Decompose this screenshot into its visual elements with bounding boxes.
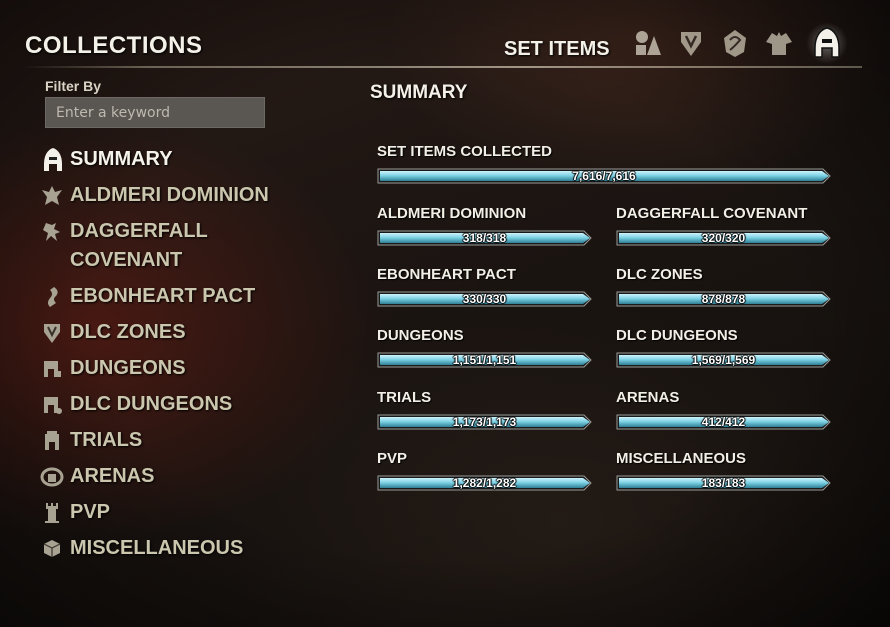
nav-item-aldmeri-dominion[interactable]: ALDMERI DOMINION xyxy=(40,181,300,210)
eagle-icon xyxy=(40,181,70,210)
stat-label-arenas: ARENAS xyxy=(616,389,680,406)
nav-item-label: ARENAS xyxy=(70,465,155,487)
stat-progress-bar-aldmeri-dominion: 318/318 xyxy=(377,230,592,246)
summary-heading: SUMMARY xyxy=(370,82,468,103)
progress-value: 1,173/1,173 xyxy=(452,415,517,429)
filter-label: Filter By xyxy=(45,78,102,94)
nav-item-label: SUMMARY xyxy=(70,148,173,170)
stat-label-trials: TRIALS xyxy=(377,389,432,406)
total-collected-label: SET ITEMS COLLECTED xyxy=(377,143,553,160)
nav-item-label: DLC ZONES xyxy=(70,321,186,343)
stat-label-dungeons: DUNGEONS xyxy=(377,327,464,344)
shapes-icon[interactable] xyxy=(630,26,664,60)
nav-item-label: PVP xyxy=(70,501,111,523)
nav-item-label: EBONHEART PACT xyxy=(70,285,256,307)
progress-value: 183/183 xyxy=(701,476,746,490)
dragon-icon[interactable] xyxy=(718,26,752,60)
category-icon-bar xyxy=(630,22,848,64)
page-title: COLLECTIONS xyxy=(25,32,203,59)
nav-item-label: MISCELLANEOUS xyxy=(70,537,244,559)
door-icon xyxy=(40,426,70,455)
progress-value: 1,282/1,282 xyxy=(452,476,517,490)
nav-item-label: DAGGERFALL COVENANT xyxy=(70,220,208,271)
nav-item-ebonheart-pact[interactable]: EBONHEART PACT xyxy=(40,282,300,311)
stat-label-dlc-zones: DLC ZONES xyxy=(616,266,703,283)
nav-item-pvp[interactable]: PVP xyxy=(40,498,300,527)
stat-label-pvp: PVP xyxy=(377,450,408,467)
stat-label-daggerfall-covenant: DAGGERFALL COVENANT xyxy=(616,205,808,222)
stat-progress-bar-dlc-zones: 878/878 xyxy=(616,291,831,307)
stat-progress-bar-pvp: 1,282/1,282 xyxy=(377,475,592,491)
stat-progress-bar-dlc-dungeons: 1,569/1,569 xyxy=(616,352,831,368)
progress-value: 320/320 xyxy=(701,231,746,245)
progress-value: 1,569/1,569 xyxy=(691,353,756,367)
nav-item-label: TRIALS xyxy=(70,429,143,451)
stat-label-miscellaneous: MISCELLANEOUS xyxy=(616,450,747,467)
stat-label-ebonheart-pact: EBONHEART PACT xyxy=(377,266,516,283)
stat-progress-bar-daggerfall-covenant: 320/320 xyxy=(616,230,831,246)
progress-value: 878/878 xyxy=(701,292,746,306)
crest-icon xyxy=(40,318,70,347)
stat-label-dlc-dungeons: DLC DUNGEONS xyxy=(616,327,738,344)
category-nav: SUMMARY ALDMERI DOMINION DAGGERFALL COVE… xyxy=(40,145,300,570)
lion-icon xyxy=(40,217,70,246)
door-icon xyxy=(40,354,70,383)
nav-item-label: ALDMERI DOMINION xyxy=(70,184,269,206)
nav-item-dlc-zones[interactable]: DLC ZONES xyxy=(40,318,300,347)
stat-progress-bar-dungeons: 1,151/1,151 xyxy=(377,352,592,368)
stat-progress-bar-arenas: 412/412 xyxy=(616,414,831,430)
dragon-icon xyxy=(40,282,70,311)
stat-progress-bar-trials: 1,173/1,173 xyxy=(377,414,592,430)
dice-icon xyxy=(40,534,70,563)
progress-value: 412/412 xyxy=(701,415,746,429)
nav-item-label: DLC DUNGEONS xyxy=(70,393,233,415)
progress-value: 330/330 xyxy=(462,292,507,306)
stat-label-aldmeri-dominion: ALDMERI DOMINION xyxy=(377,205,527,222)
stat-progress-bar-miscellaneous: 183/183 xyxy=(616,475,831,491)
progress-value: 1,151/1,151 xyxy=(452,353,517,367)
header-divider xyxy=(22,66,862,68)
tower-icon xyxy=(40,498,70,527)
progress-value: 318/318 xyxy=(462,231,507,245)
nav-item-trials[interactable]: TRIALS xyxy=(40,426,300,455)
nav-item-dlc-dungeons[interactable]: DLC DUNGEONS xyxy=(40,390,300,419)
set-helm-icon xyxy=(40,145,70,174)
nav-item-miscellaneous[interactable]: MISCELLANEOUS xyxy=(40,534,300,563)
crest-icon[interactable] xyxy=(674,26,708,60)
progress-value: 7,616/7,616 xyxy=(572,169,636,183)
armor-icon[interactable] xyxy=(762,26,796,60)
nav-item-label: DUNGEONS xyxy=(70,357,186,379)
keyword-search-input[interactable] xyxy=(45,97,265,128)
nav-item-daggerfall-covenant[interactable]: DAGGERFALL COVENANT xyxy=(40,217,300,275)
set-helm-icon[interactable] xyxy=(806,22,848,64)
nav-item-dungeons[interactable]: DUNGEONS xyxy=(40,354,300,383)
stat-progress-bar-ebonheart-pact: 330/330 xyxy=(377,291,592,307)
door-icon xyxy=(40,390,70,419)
arena-icon xyxy=(40,462,70,491)
nav-item-arenas[interactable]: ARENAS xyxy=(40,462,300,491)
category-title: SET ITEMS xyxy=(504,38,610,60)
total-progress-bar: 7,616/7,616 xyxy=(377,168,831,184)
nav-item-summary[interactable]: SUMMARY xyxy=(40,145,300,174)
